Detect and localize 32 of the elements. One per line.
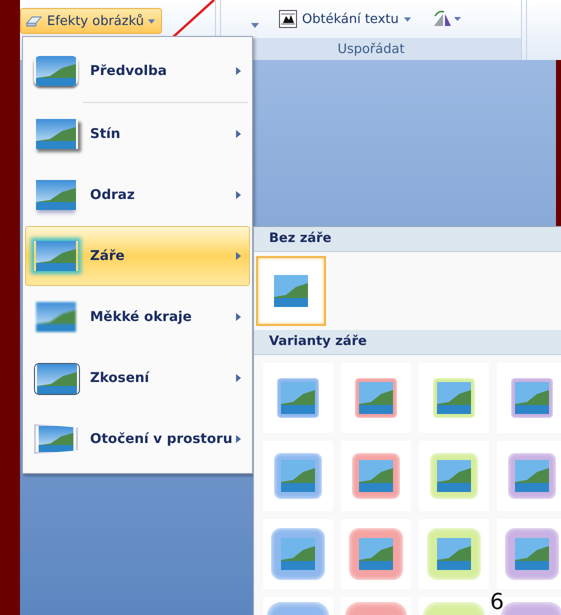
dropdown-caret-icon (404, 16, 411, 22)
picture-effects-button[interactable]: Efekty obrázků (20, 8, 162, 34)
submenu-arrow-icon (236, 67, 241, 75)
menu-item[interactable]: Odraz (25, 165, 250, 225)
menu-item[interactable]: Stín (25, 104, 250, 164)
text-wrapping-button[interactable]: Obtékání textu (279, 10, 411, 28)
position-caret-icon[interactable] (251, 22, 259, 28)
menu-item[interactable]: Záře (25, 226, 250, 286)
section-header: Bez záře (254, 227, 561, 252)
text-wrap-icon (279, 10, 297, 28)
picture-effect-icon (34, 363, 78, 393)
submenu-arrow-icon (236, 435, 241, 443)
picture-effect-icon (34, 424, 78, 454)
slide-number: 6 (490, 592, 504, 614)
submenu-arrow-icon (236, 374, 241, 382)
picture-effect-icon (34, 302, 78, 332)
submenu-arrow-icon (236, 191, 241, 199)
picture-effect-icon (34, 241, 78, 271)
submenu-arrow-icon (236, 252, 241, 260)
picture-effect-icon (34, 180, 78, 210)
picture-effect-icon (34, 119, 78, 149)
menu-item[interactable]: Otočení v prostoru (25, 409, 250, 469)
picture-effect-icon (34, 56, 78, 86)
menu-item[interactable]: Měkké okraje (25, 287, 250, 347)
submenu-arrow-icon (236, 130, 241, 138)
submenu-arrow-icon (236, 313, 241, 321)
landscape-thumbnail (274, 275, 308, 307)
dropdown-caret-icon (148, 18, 155, 24)
menu-item[interactable]: Zkosení (25, 348, 250, 408)
section-header: Varianty záře (254, 330, 561, 355)
no-glow-option[interactable] (256, 256, 326, 326)
picture-effects-icon (25, 14, 43, 28)
